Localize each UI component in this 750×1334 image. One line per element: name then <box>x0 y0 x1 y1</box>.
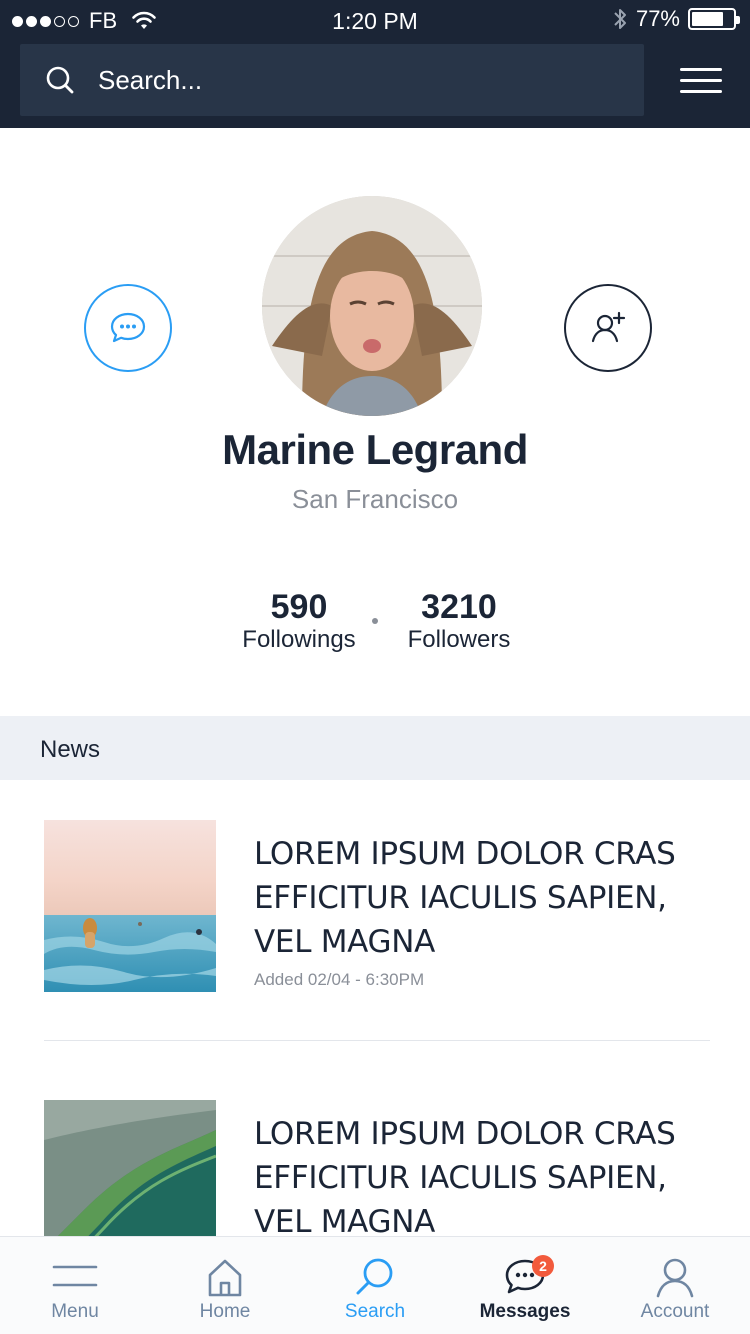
search-input[interactable] <box>98 64 578 96</box>
bottom-tab-bar: Menu Home Search 2 Messages Account <box>0 1236 750 1334</box>
tab-home-label: Home <box>199 1301 251 1322</box>
menu-icon <box>52 1265 98 1287</box>
tab-home[interactable]: Home <box>150 1237 300 1334</box>
chat-bubble-icon <box>110 312 146 343</box>
message-button[interactable] <box>84 284 172 372</box>
news-headline[interactable]: LOREM IPSUM DOLOR CRAS EFFICITUR IACULIS… <box>254 1112 724 1244</box>
followers-label: Followers <box>407 626 511 653</box>
home-icon <box>208 1259 242 1297</box>
stat-separator-dot <box>372 618 378 624</box>
messages-badge: 2 <box>532 1255 554 1277</box>
followers-stat[interactable]: 3210 Followers <box>400 588 518 654</box>
battery-area: 77% <box>612 6 740 32</box>
add-user-icon <box>591 311 626 343</box>
bluetooth-icon <box>614 9 626 29</box>
followings-count: 590 <box>270 588 328 626</box>
news-item[interactable]: LOREM IPSUM DOLOR CRAS EFFICITUR IACULIS… <box>0 820 750 1060</box>
search-bar[interactable] <box>20 44 644 116</box>
profile-avatar <box>262 196 482 416</box>
search-icon <box>356 1258 393 1295</box>
profile-name: Marine Legrand <box>222 426 528 473</box>
tab-account[interactable]: Account <box>600 1237 750 1334</box>
status-bar: FB 1:20 PM 77% <box>0 0 750 42</box>
add-friend-button[interactable] <box>564 284 652 372</box>
tab-account-label: Account <box>640 1301 710 1322</box>
news-divider <box>44 1040 710 1041</box>
tab-messages-label: Messages <box>479 1301 571 1322</box>
news-thumbnail <box>44 820 216 992</box>
menu-hamburger-icon[interactable] <box>680 68 722 94</box>
tab-menu[interactable]: Menu <box>0 1237 150 1334</box>
news-section-header: News <box>0 716 750 780</box>
news-date: Added 02/04 - 6:30PM <box>254 970 425 989</box>
user-icon <box>656 1258 694 1298</box>
tab-messages[interactable]: 2 Messages <box>450 1237 600 1334</box>
tab-menu-label: Menu <box>51 1301 99 1322</box>
followings-stat[interactable]: 590 Followings <box>236 588 362 654</box>
news-headline[interactable]: LOREM IPSUM DOLOR CRAS EFFICITUR IACULIS… <box>254 832 724 964</box>
profile-location: San Francisco <box>291 484 459 514</box>
search-icon <box>46 66 74 94</box>
tab-search[interactable]: Search <box>300 1237 450 1334</box>
followers-count: 3210 <box>421 588 497 626</box>
tab-search-label: Search <box>344 1301 406 1322</box>
top-header: FB 1:20 PM 77% <box>0 0 750 128</box>
battery-percent: 77% <box>635 6 680 31</box>
news-title: News <box>40 736 101 763</box>
battery-icon <box>688 8 740 30</box>
followings-label: Followings <box>242 626 356 653</box>
